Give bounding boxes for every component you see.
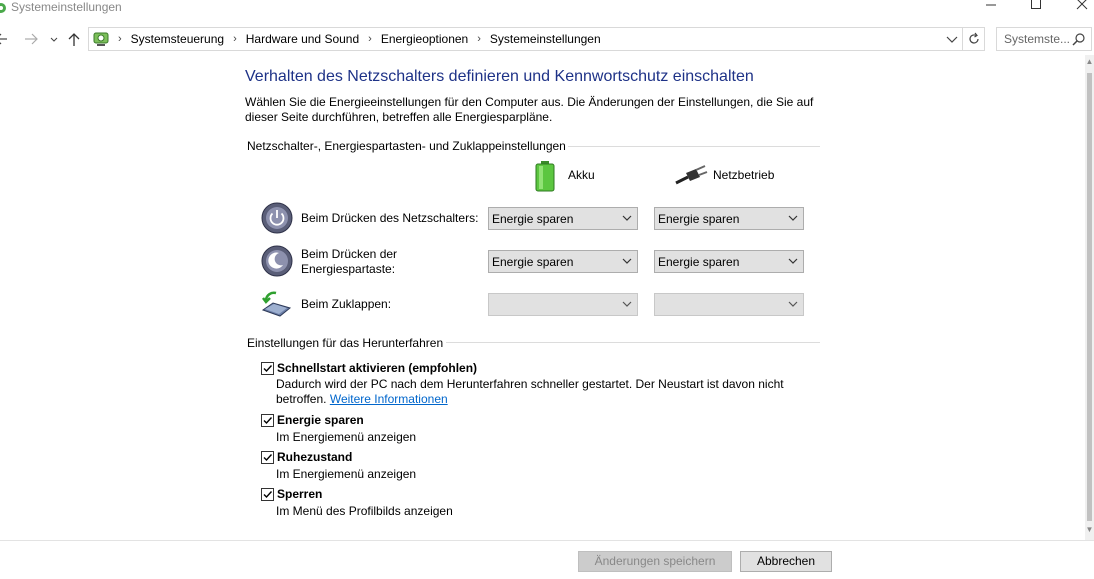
back-arrow-icon bbox=[0, 33, 7, 45]
search-placeholder: Systemste... bbox=[1004, 32, 1071, 46]
sleep-button-label: Beim Drücken der Energiespartaste: bbox=[301, 247, 398, 276]
select-value: Energie sparen bbox=[492, 255, 574, 269]
page-description: Wählen Sie die Energieeinstellungen für … bbox=[245, 95, 814, 124]
breadcrumb: › Systemsteuerung › Hardware und Sound ›… bbox=[113, 28, 601, 50]
shutdown-section-title: Einstellungen für das Herunterfahren bbox=[247, 336, 444, 350]
refresh-icon bbox=[968, 32, 979, 44]
chevron-down-icon bbox=[946, 36, 958, 43]
forward-arrow-icon bbox=[25, 33, 38, 45]
breadcrumb-hardware-und-sound[interactable]: Hardware und Sound bbox=[246, 32, 359, 46]
select-value: Energie sparen bbox=[658, 255, 740, 269]
breadcrumb-separator-icon: › bbox=[368, 33, 372, 45]
plugged-column-header: Netzbetrieb bbox=[713, 168, 775, 182]
breadcrumb-separator-icon: › bbox=[233, 33, 237, 45]
fast-startup-checkbox[interactable] bbox=[261, 362, 274, 375]
chevron-down-icon bbox=[622, 301, 632, 307]
control-panel-icon bbox=[0, 3, 6, 13]
cancel-button[interactable]: Abbrechen bbox=[740, 551, 832, 572]
battery-icon bbox=[535, 161, 555, 192]
chevron-down-icon bbox=[50, 37, 58, 42]
up-button[interactable] bbox=[65, 29, 83, 49]
search-icon bbox=[1072, 33, 1085, 46]
vertical-scrollbar[interactable]: ▲ ▼ bbox=[1085, 55, 1094, 540]
minimize-button[interactable] bbox=[981, 0, 1001, 16]
power-plug-icon bbox=[675, 165, 708, 185]
address-bar[interactable]: › Systemsteuerung › Hardware und Sound ›… bbox=[88, 27, 985, 51]
page-title: Verhalten des Netzschalters definieren u… bbox=[245, 68, 754, 85]
section-divider bbox=[568, 146, 820, 147]
select-value: Energie sparen bbox=[492, 212, 574, 226]
lock-label[interactable]: Sperren bbox=[277, 487, 322, 501]
hibernate-description: Im Energiemenü anzeigen bbox=[276, 467, 417, 481]
maximize-button[interactable] bbox=[1026, 0, 1046, 16]
control-panel-icon bbox=[93, 32, 109, 46]
power-button-plugged-select[interactable]: Energie sparen bbox=[654, 207, 804, 230]
up-arrow-icon bbox=[68, 33, 80, 46]
checkmark-icon bbox=[263, 417, 273, 425]
sleep-checkbox[interactable] bbox=[261, 414, 274, 427]
breadcrumb-separator-icon: › bbox=[477, 33, 481, 45]
battery-column-header: Akku bbox=[568, 168, 595, 182]
breadcrumb-energieoptionen[interactable]: Energieoptionen bbox=[381, 32, 468, 46]
recent-locations-button[interactable] bbox=[45, 29, 63, 49]
close-button[interactable] bbox=[1072, 0, 1092, 16]
checkmark-icon bbox=[263, 365, 273, 373]
sleep-button-battery-select[interactable]: Energie sparen bbox=[488, 250, 638, 273]
lid-close-plugged-select[interactable] bbox=[654, 293, 804, 316]
power-button-battery-select[interactable]: Energie sparen bbox=[488, 207, 638, 230]
refresh-button[interactable] bbox=[962, 28, 984, 50]
checkmark-icon bbox=[263, 454, 273, 462]
fast-startup-label[interactable]: Schnellstart aktivieren (empfohlen) bbox=[277, 361, 477, 375]
chevron-down-icon bbox=[788, 215, 798, 221]
footer-divider bbox=[0, 540, 1094, 541]
chevron-down-icon bbox=[622, 258, 632, 264]
hibernate-checkbox[interactable] bbox=[261, 451, 274, 464]
sleep-label[interactable]: Energie sparen bbox=[277, 413, 364, 427]
power-button-icon bbox=[261, 202, 293, 234]
scrollbar-thumb[interactable] bbox=[1087, 73, 1092, 521]
title-bar: Systemeinstellungen bbox=[0, 0, 1094, 17]
window-title: Systemeinstellungen bbox=[11, 0, 122, 14]
laptop-lid-icon bbox=[261, 291, 292, 317]
minimize-icon bbox=[986, 4, 996, 6]
hibernate-label[interactable]: Ruhezustand bbox=[277, 450, 352, 464]
forward-button[interactable] bbox=[22, 29, 40, 49]
section-divider bbox=[446, 342, 820, 343]
breadcrumb-separator-icon: › bbox=[118, 33, 122, 45]
address-history-button[interactable] bbox=[944, 30, 960, 48]
lock-description: Im Menü des Profilbilds anzeigen bbox=[276, 504, 453, 518]
scroll-up-icon[interactable]: ▲ bbox=[1085, 57, 1094, 69]
breadcrumb-systemeinstellungen[interactable]: Systemeinstellungen bbox=[490, 32, 601, 46]
back-button[interactable] bbox=[0, 29, 12, 49]
checkmark-icon bbox=[263, 491, 273, 499]
sleep-button-plugged-select[interactable]: Energie sparen bbox=[654, 250, 804, 273]
save-changes-button[interactable]: Änderungen speichern bbox=[578, 551, 732, 572]
chevron-down-icon bbox=[788, 258, 798, 264]
scroll-down-icon[interactable]: ▼ bbox=[1085, 525, 1094, 537]
select-value: Energie sparen bbox=[658, 212, 740, 226]
chevron-down-icon bbox=[788, 301, 798, 307]
breadcrumb-systemsteuerung[interactable]: Systemsteuerung bbox=[131, 32, 224, 46]
lock-checkbox[interactable] bbox=[261, 488, 274, 501]
lid-close-battery-select[interactable] bbox=[488, 293, 638, 316]
lid-close-label: Beim Zuklappen: bbox=[301, 297, 392, 311]
sleep-button-icon bbox=[261, 245, 293, 277]
chevron-down-icon bbox=[622, 215, 632, 221]
buttons-section-title: Netzschalter-, Energiespartasten- und Zu… bbox=[247, 139, 566, 153]
fast-startup-description: Dadurch wird der PC nach dem Herunterfah… bbox=[276, 377, 796, 407]
search-input[interactable]: Systemste... bbox=[996, 27, 1092, 51]
close-icon bbox=[1076, 0, 1088, 10]
navigation-bar: › Systemsteuerung › Hardware und Sound ›… bbox=[0, 26, 1094, 52]
sleep-description: Im Energiemenü anzeigen bbox=[276, 430, 417, 444]
power-button-label: Beim Drücken des Netzschalters: bbox=[301, 211, 479, 225]
maximize-icon bbox=[1031, 0, 1041, 9]
more-info-link[interactable]: Weitere Informationen bbox=[330, 392, 448, 406]
